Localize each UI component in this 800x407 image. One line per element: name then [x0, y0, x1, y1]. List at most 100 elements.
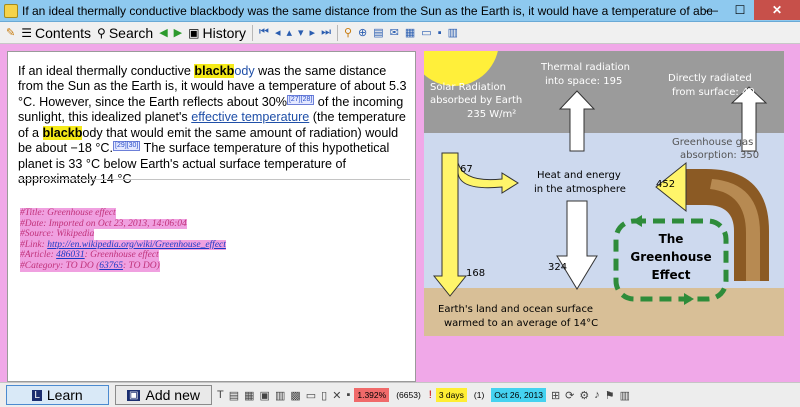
search-highlight: blackb [194, 64, 235, 78]
solar-label-2: absorbed by Earth [430, 95, 522, 106]
schedule-icon[interactable]: ⊞ [551, 389, 560, 402]
contents-label: Contents [34, 24, 92, 41]
refresh-icon[interactable]: ⟳ [565, 389, 574, 402]
value-324: 324 [548, 262, 567, 273]
history-label: History [202, 24, 247, 41]
divider [18, 179, 410, 180]
prev-icon[interactable]: ◂ [275, 26, 281, 39]
value-452: 452 [656, 179, 675, 190]
history-button[interactable]: ▣ History [188, 25, 246, 41]
delete-icon[interactable]: ✕ [332, 389, 341, 402]
minimize-icon[interactable]: — [698, 0, 726, 20]
effect-label-1: The [659, 232, 684, 246]
heat-label-2: in the atmosphere [534, 184, 626, 195]
up-icon[interactable]: ▴ [286, 26, 292, 39]
repetition-badge: (1) [473, 390, 485, 400]
direct-label-1: Directly radiated [668, 73, 752, 84]
surface-label-2: warmed to an average of 14°C [444, 318, 598, 329]
tag-icon[interactable]: ▪ [346, 389, 350, 401]
meta-category-prefix: #Category: TO DO ( [20, 260, 100, 271]
meta-article-prefix: #Article: [20, 250, 57, 261]
main-toolbar: ✎ ☰ Contents ⚲ Search ◀ ▶ ▣ History ⏮ ◂ … [0, 22, 800, 44]
cut-icon[interactable]: ▭ [306, 389, 316, 402]
greenhouse-diagram: Solar Radiation absorbed by Earth 235 W/… [424, 51, 784, 336]
search-button[interactable]: ⚲ Search [97, 25, 153, 41]
meta-article-id[interactable]: 486031 [56, 250, 85, 260]
retention-badge: 1.392% [354, 388, 390, 402]
music-icon[interactable]: ♪ [594, 389, 600, 401]
search-label: Search [108, 24, 154, 41]
find-icon[interactable]: ⚲ [344, 26, 352, 39]
interval-badge: 3 days [435, 388, 467, 402]
image-icon[interactable]: ▦ [244, 389, 254, 402]
first-icon[interactable]: ⏮ [259, 26, 269, 39]
learn-icon: L [32, 389, 42, 401]
image-pane: Solar Radiation absorbed by Earth 235 W/… [424, 51, 784, 336]
learn-label: Learn [46, 387, 83, 403]
add-label: Add new [145, 387, 200, 403]
edit-icon[interactable]: ✎ [6, 26, 15, 39]
paste-icon[interactable]: ▯ [321, 389, 327, 402]
lock-icon[interactable]: ▣ [260, 389, 270, 402]
contents-button[interactable]: ☰ Contents [21, 25, 91, 41]
reference-link[interactable]: [29][30] [113, 141, 141, 152]
window-controls: — ☐ ✕ [698, 0, 800, 20]
doc-icon[interactable]: ▥ [275, 389, 285, 402]
settings-icon[interactable]: ⚙ [579, 389, 589, 402]
zoom-icon[interactable]: ⊕ [358, 26, 367, 39]
copy-icon[interactable]: ▤ [229, 389, 239, 402]
reference-link[interactable]: [27][28] [286, 94, 315, 105]
flag-icon[interactable]: ⚑ [605, 389, 615, 402]
surface-label-1: Earth's land and ocean surface [438, 304, 593, 315]
value-67: 67 [460, 164, 473, 175]
search-highlight: blackb [42, 125, 83, 140]
article-pane[interactable]: If an ideal thermally conductive blackbo… [7, 51, 416, 382]
article-text: If an ideal thermally conductive blackbo… [18, 64, 408, 188]
learn-button[interactable]: L Learn [6, 385, 109, 405]
toolbar-separator [252, 24, 254, 41]
count-badge: (6653) [396, 390, 421, 400]
text-icon[interactable]: T [217, 389, 224, 401]
meta-link-url[interactable]: http://en.wikipedia.org/wiki/Greenhouse_… [47, 240, 226, 250]
gh-label-1: Greenhouse gas [672, 137, 753, 148]
heat-label-1: Heat and energy [537, 170, 621, 181]
effective-temperature-link[interactable]: effective temperature [191, 110, 309, 124]
save-icon[interactable]: ▪ [438, 27, 442, 39]
grid-icon[interactable]: ▩ [290, 389, 300, 402]
back-arrow-icon[interactable]: ◀ [159, 26, 167, 39]
maximize-icon[interactable]: ☐ [726, 0, 754, 20]
toolbar-separator-2 [336, 24, 338, 41]
title-bar: If an ideal thermally conductive blackbo… [0, 0, 800, 22]
article-segment: If an ideal thermally conductive [18, 64, 195, 78]
last-icon[interactable]: ⏭ [321, 26, 331, 39]
meta-source: #Source: Wikipedia [20, 229, 95, 240]
forward-arrow-icon[interactable]: ▶ [174, 26, 182, 39]
meta-title: #Title: Greenhouse effect [20, 208, 116, 219]
down-icon[interactable]: ▾ [298, 26, 304, 39]
books-icon[interactable]: ▥ [448, 26, 458, 39]
direct-label-2: from surface: 40 [672, 87, 755, 98]
books-icon[interactable]: ▥ [620, 389, 630, 402]
date-badge: Oct 26, 2013 [491, 388, 546, 402]
value-168: 168 [466, 268, 485, 279]
blackbody-link[interactable]: ody [234, 64, 254, 78]
effect-label-2: Greenhouse [630, 250, 711, 264]
meta-category-id[interactable]: 63765 [99, 261, 123, 271]
book-icon[interactable]: ▤ [373, 26, 383, 39]
alert-icon: ! [428, 389, 432, 401]
bottom-toolbar: L Learn ▣ Add new T ▤ ▦ ▣ ▥ ▩ ▭ ▯ ✕ ▪ 1.… [0, 382, 800, 407]
meta-category-suffix: : TO DO) [123, 260, 160, 271]
thermal-label-2: into space: 195 [545, 76, 622, 87]
image-icon[interactable]: ▦ [405, 26, 415, 39]
next-icon[interactable]: ▸ [310, 26, 316, 39]
meta-link-prefix: #Link: [20, 239, 48, 250]
window-icon[interactable]: ▭ [421, 26, 431, 39]
app-icon [4, 3, 18, 18]
meta-article-suffix: : Greenhouse effect [84, 250, 159, 261]
metadata-block: #Title: Greenhouse effect #Date: Importe… [20, 208, 280, 272]
close-icon[interactable]: ✕ [754, 0, 800, 20]
meta-date: #Date: Imported on Oct 23, 2013, 14:06:0… [20, 218, 187, 230]
add-new-button[interactable]: ▣ Add new [115, 385, 212, 405]
mail-icon[interactable]: ✉ [390, 26, 399, 39]
contents-icon: ☰ [21, 25, 32, 40]
